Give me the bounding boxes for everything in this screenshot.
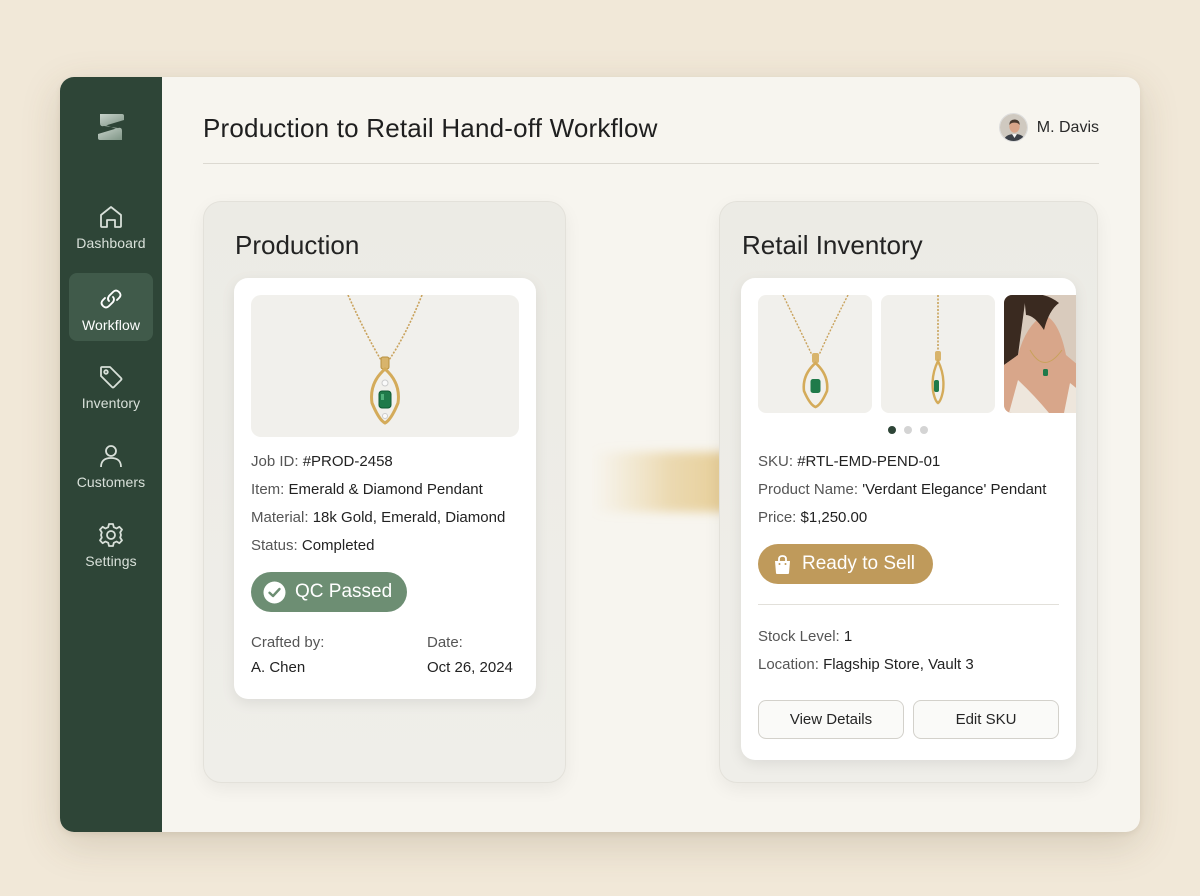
sku-value: #RTL-EMD-PEND-01 xyxy=(797,453,941,470)
qc-passed-badge[interactable]: QC Passed xyxy=(251,572,407,612)
job-id-value: #PROD-2458 xyxy=(302,453,393,470)
page-title: Production to Retail Hand-off Workflow xyxy=(203,113,658,143)
view-details-button[interactable]: View Details xyxy=(758,700,904,739)
crafted-by-label: Crafted by: xyxy=(251,634,325,651)
material-field: Material: 18k Gold, Emerald, Diamond xyxy=(251,509,505,526)
sku-field: SKU: #RTL-EMD-PEND-01 xyxy=(758,453,940,470)
gear-icon xyxy=(99,523,123,547)
status-value: Completed xyxy=(301,537,375,554)
pendant-front-image xyxy=(782,295,849,409)
brand-logo-icon[interactable] xyxy=(94,110,128,144)
date-value: Oct 26, 2024 xyxy=(427,659,513,676)
user-icon xyxy=(100,445,122,468)
sidebar-item-label: Settings xyxy=(85,553,137,569)
sidebar-item-label: Workflow xyxy=(81,317,141,333)
product-thumbnail-front[interactable] xyxy=(758,295,872,413)
ready-to-sell-badge[interactable]: Ready to Sell xyxy=(758,544,933,584)
link-icon xyxy=(100,289,122,309)
sidebar-item-settings[interactable]: Settings xyxy=(69,509,153,577)
product-name-field: Product Name: 'Verdant Elegance' Pendant xyxy=(758,481,1046,498)
job-id-field: Job ID: #PROD-2458 xyxy=(251,453,393,470)
status-label: Status: xyxy=(251,537,298,554)
stock-level-value: 1 xyxy=(843,628,853,645)
sku-label: SKU: xyxy=(758,453,794,470)
price-label: Price: xyxy=(758,509,797,526)
item-label: Item: xyxy=(251,481,285,498)
product-thumbnail-side[interactable] xyxy=(881,295,995,413)
product-thumbnail-model[interactable] xyxy=(1004,295,1076,413)
carousel-dot[interactable] xyxy=(904,426,912,434)
sell-badge-label: Ready to Sell xyxy=(802,553,916,574)
check-circle-icon xyxy=(263,581,286,603)
pendant-side-image xyxy=(931,295,945,405)
date-label: Date: xyxy=(427,634,463,651)
app-window: Dashboard Workflow Inventory Customers S… xyxy=(60,77,1140,832)
model-wearing-pendant-image xyxy=(1004,295,1076,413)
sidebar-item-dashboard[interactable]: Dashboard xyxy=(69,191,153,259)
crafted-by-value: A. Chen xyxy=(251,659,306,676)
production-panel: Production Job ID: #PROD-2458 Item: Emer… xyxy=(203,201,566,783)
edit-sku-button[interactable]: Edit SKU xyxy=(913,700,1059,739)
avatar-photo xyxy=(999,114,1027,141)
avatar xyxy=(998,113,1028,142)
sidebar-item-inventory[interactable]: Inventory xyxy=(69,351,153,419)
production-card[interactable]: Job ID: #PROD-2458 Item: Emerald & Diamo… xyxy=(234,278,536,699)
price-field: Price: $1,250.00 xyxy=(758,509,867,526)
sidebar: Dashboard Workflow Inventory Customers S… xyxy=(60,77,162,832)
retail-card[interactable]: SKU: #RTL-EMD-PEND-01 Product Name: 'Ver… xyxy=(741,278,1076,760)
tag-icon xyxy=(100,366,123,389)
main-content: Production to Retail Hand-off Workflow M… xyxy=(162,77,1140,832)
production-panel-title: Production xyxy=(235,230,360,260)
carousel-dots xyxy=(888,426,928,434)
user-menu[interactable]: M. Davis xyxy=(998,113,1099,142)
qc-badge-label: QC Passed xyxy=(295,581,393,602)
carousel-dot[interactable] xyxy=(920,426,928,434)
home-icon xyxy=(100,206,122,228)
sidebar-item-workflow[interactable]: Workflow xyxy=(69,273,153,341)
stock-level-field: Stock Level: 1 xyxy=(758,628,852,645)
sidebar-item-label: Inventory xyxy=(81,395,141,411)
carousel-dot[interactable] xyxy=(888,426,896,434)
product-name-label: Product Name: xyxy=(758,481,859,498)
shopping-bag-icon xyxy=(775,554,790,574)
retail-panel: Retail Inventory SKU: #RTL-EMD-PEND-01 P… xyxy=(719,201,1098,783)
job-id-label: Job ID: xyxy=(251,453,299,470)
material-label: Material: xyxy=(251,509,309,526)
material-value: 18k Gold, Emerald, Diamond xyxy=(312,509,506,526)
user-name: M. Davis xyxy=(1036,118,1099,136)
price-value: $1,250.00 xyxy=(800,509,868,526)
location-label: Location: xyxy=(758,656,819,673)
sidebar-item-label: Dashboard xyxy=(76,235,146,251)
pendant-image xyxy=(251,294,519,437)
pendant-illustration xyxy=(347,294,423,425)
sidebar-item-label: Customers xyxy=(76,474,146,490)
card-divider xyxy=(758,604,1059,605)
header-divider xyxy=(203,163,1099,164)
location-field: Location: Flagship Store, Vault 3 xyxy=(758,656,974,673)
item-value: Emerald & Diamond Pendant xyxy=(288,481,483,498)
product-name-value: 'Verdant Elegance' Pendant xyxy=(862,481,1047,498)
item-field: Item: Emerald & Diamond Pendant xyxy=(251,481,483,498)
location-value: Flagship Store, Vault 3 xyxy=(823,656,974,673)
retail-panel-title: Retail Inventory xyxy=(742,230,923,260)
status-field: Status: Completed xyxy=(251,537,374,554)
sidebar-item-customers[interactable]: Customers xyxy=(69,430,153,498)
stock-level-label: Stock Level: xyxy=(758,628,840,645)
